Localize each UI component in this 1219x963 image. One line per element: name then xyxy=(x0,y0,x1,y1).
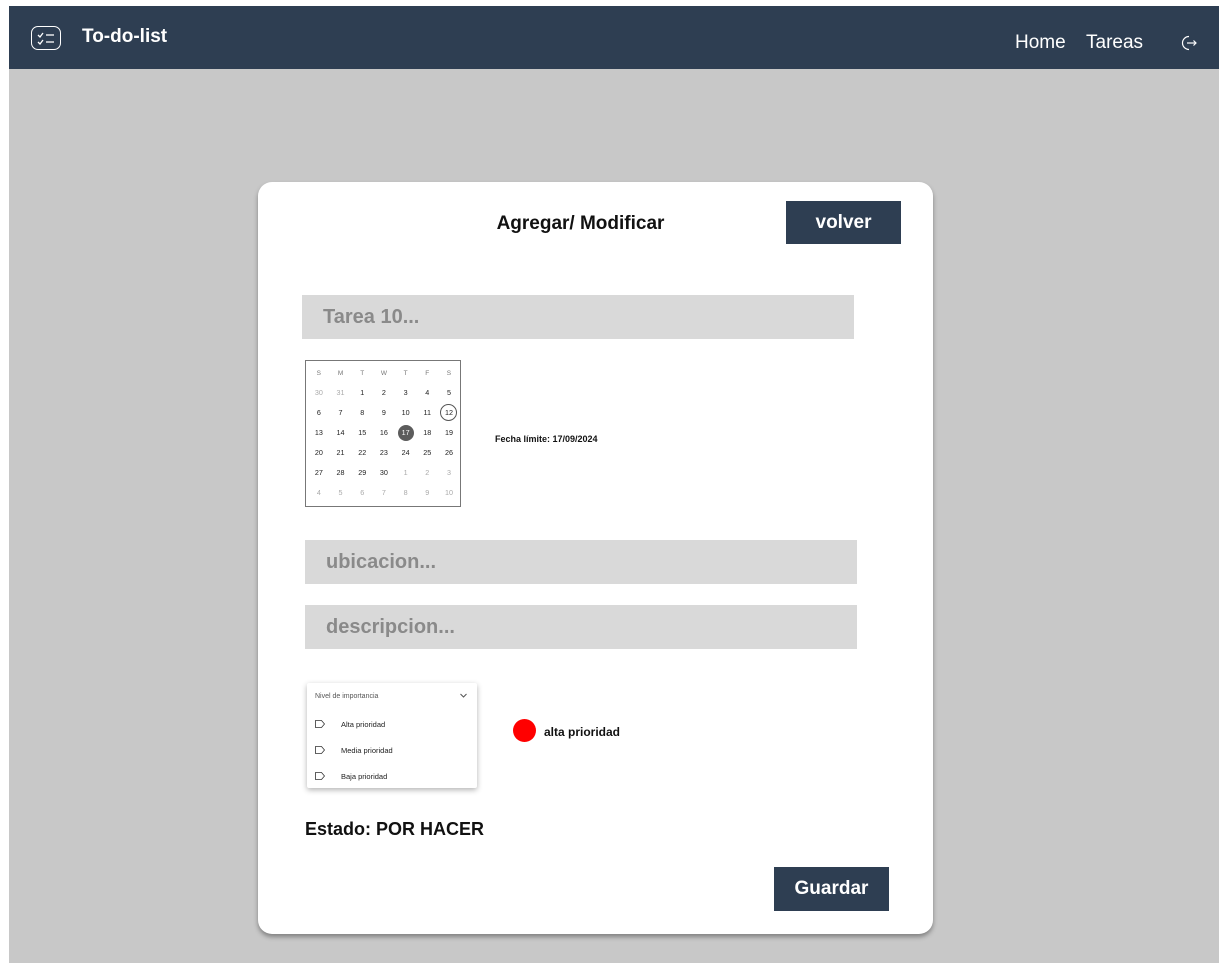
priority-color-indicator xyxy=(513,719,536,742)
calendar-day[interactable]: 21 xyxy=(330,445,352,460)
calendar-day[interactable]: 9 xyxy=(416,485,438,500)
calendar-day[interactable]: 24 xyxy=(395,445,417,460)
calendar-week: 27 28 29 30 1 2 3 xyxy=(308,465,460,480)
calendar-day[interactable]: 15 xyxy=(351,425,373,440)
calendar-week: 20 21 22 23 24 25 26 xyxy=(308,445,460,460)
dropdown-label: Nivel de importancia xyxy=(315,693,379,700)
calendar-day[interactable]: 8 xyxy=(351,405,373,420)
calendar-day[interactable]: 5 xyxy=(438,385,460,400)
calendar-day[interactable]: 28 xyxy=(330,465,352,480)
nav-home-link[interactable]: Home xyxy=(1015,32,1066,54)
selected-priority-label: alta prioridad xyxy=(544,725,621,739)
calendar-day[interactable]: 7 xyxy=(373,485,395,500)
status-label: Estado: POR HACER xyxy=(305,819,485,839)
weekday-label: S xyxy=(316,370,322,377)
label-icon xyxy=(315,720,325,728)
option-media-prioridad[interactable]: Media prioridad xyxy=(315,743,465,757)
calendar-day[interactable]: 11 xyxy=(416,405,438,420)
calendar-day-selected[interactable]: 17 xyxy=(395,425,417,441)
location-input[interactable]: ubicacion... xyxy=(305,540,857,584)
calendar-day[interactable]: 4 xyxy=(416,385,438,400)
calendar-day[interactable]: 20 xyxy=(308,445,330,460)
option-baja-prioridad[interactable]: Baja prioridad xyxy=(315,769,465,783)
calendar-day[interactable]: 3 xyxy=(438,465,460,480)
option-alta-prioridad[interactable]: Alta prioridad xyxy=(315,717,465,731)
calendar-week: 30 31 1 2 3 4 5 xyxy=(308,385,460,400)
calendar-day[interactable]: 1 xyxy=(351,385,373,400)
calendar-day[interactable]: 1 xyxy=(395,465,417,480)
weekday-label: S xyxy=(446,370,452,377)
option-label: Media prioridad xyxy=(341,745,393,755)
weekday-label: F xyxy=(425,370,430,377)
importance-dropdown[interactable]: Nivel de importancia Alta prioridad Medi… xyxy=(307,683,477,788)
chevron-down-icon[interactable] xyxy=(459,691,468,700)
calendar-day[interactable]: 3 xyxy=(395,385,417,400)
checklist-icon xyxy=(31,26,61,50)
calendar-day[interactable]: 9 xyxy=(373,405,395,420)
calendar-day[interactable]: 31 xyxy=(330,385,352,400)
label-icon xyxy=(315,772,325,780)
due-date-label: Fecha límite: 17/09/2024 xyxy=(495,434,598,444)
calendar-day[interactable]: 5 xyxy=(330,485,352,500)
weekday-label: T xyxy=(403,370,408,377)
weekday-label: M xyxy=(337,370,344,377)
weekday-label: T xyxy=(360,370,365,377)
calendar-day[interactable]: 25 xyxy=(416,445,438,460)
calendar-day[interactable]: 18 xyxy=(416,425,438,440)
calendar-day[interactable]: 7 xyxy=(330,405,352,420)
calendar-day[interactable]: 10 xyxy=(438,485,460,500)
calendar-week: 13 14 15 16 17 18 19 xyxy=(308,425,460,441)
date-picker-calendar[interactable]: S M T W T F S 30 31 1 2 3 4 5 6 7 8 9 10… xyxy=(305,360,461,507)
task-form-card: Agregar/ Modificar volver Tarea 10... S … xyxy=(258,182,933,934)
calendar-day[interactable]: 13 xyxy=(308,425,330,440)
calendar-day[interactable]: 30 xyxy=(308,385,330,400)
task-name-input[interactable]: Tarea 10... xyxy=(302,295,854,339)
calendar-day[interactable]: 6 xyxy=(308,405,330,420)
calendar-day[interactable]: 8 xyxy=(395,485,417,500)
calendar-day-today[interactable]: 12 xyxy=(438,404,460,421)
calendar-day[interactable]: 10 xyxy=(395,405,417,420)
calendar-weekdays: S M T W T F S xyxy=(308,366,460,381)
calendar-day[interactable]: 2 xyxy=(416,465,438,480)
app-title: To-do-list xyxy=(82,26,168,47)
calendar-day[interactable]: 14 xyxy=(330,425,352,440)
weekday-label: W xyxy=(380,370,387,377)
option-label: Baja prioridad xyxy=(341,771,388,781)
calendar-day[interactable]: 22 xyxy=(351,445,373,460)
label-icon xyxy=(315,746,325,754)
calendar-week: 4 5 6 7 8 9 10 xyxy=(308,485,460,500)
volver-button[interactable]: volver xyxy=(786,201,901,244)
option-label: Alta prioridad xyxy=(341,719,386,729)
top-bar: To-do-list Home Tareas xyxy=(9,6,1219,69)
calendar-day[interactable]: 27 xyxy=(308,465,330,480)
description-input[interactable]: descripcion... xyxy=(305,605,857,649)
nav-tareas-link[interactable]: Tareas xyxy=(1086,32,1143,54)
calendar-day[interactable]: 30 xyxy=(373,465,395,480)
calendar-week: 6 7 8 9 10 11 12 xyxy=(308,404,460,421)
calendar-day[interactable]: 29 xyxy=(351,465,373,480)
calendar-day[interactable]: 19 xyxy=(438,425,460,440)
app-frame: To-do-list Home Tareas Agregar/ Modifica… xyxy=(9,6,1219,963)
calendar-day[interactable]: 4 xyxy=(308,485,330,500)
calendar-day[interactable]: 16 xyxy=(373,425,395,440)
logout-icon[interactable] xyxy=(1181,34,1199,52)
calendar-day[interactable]: 6 xyxy=(351,485,373,500)
calendar-day[interactable]: 26 xyxy=(438,445,460,460)
guardar-button[interactable]: Guardar xyxy=(774,867,889,911)
calendar-day[interactable]: 23 xyxy=(373,445,395,460)
calendar-day[interactable]: 2 xyxy=(373,385,395,400)
